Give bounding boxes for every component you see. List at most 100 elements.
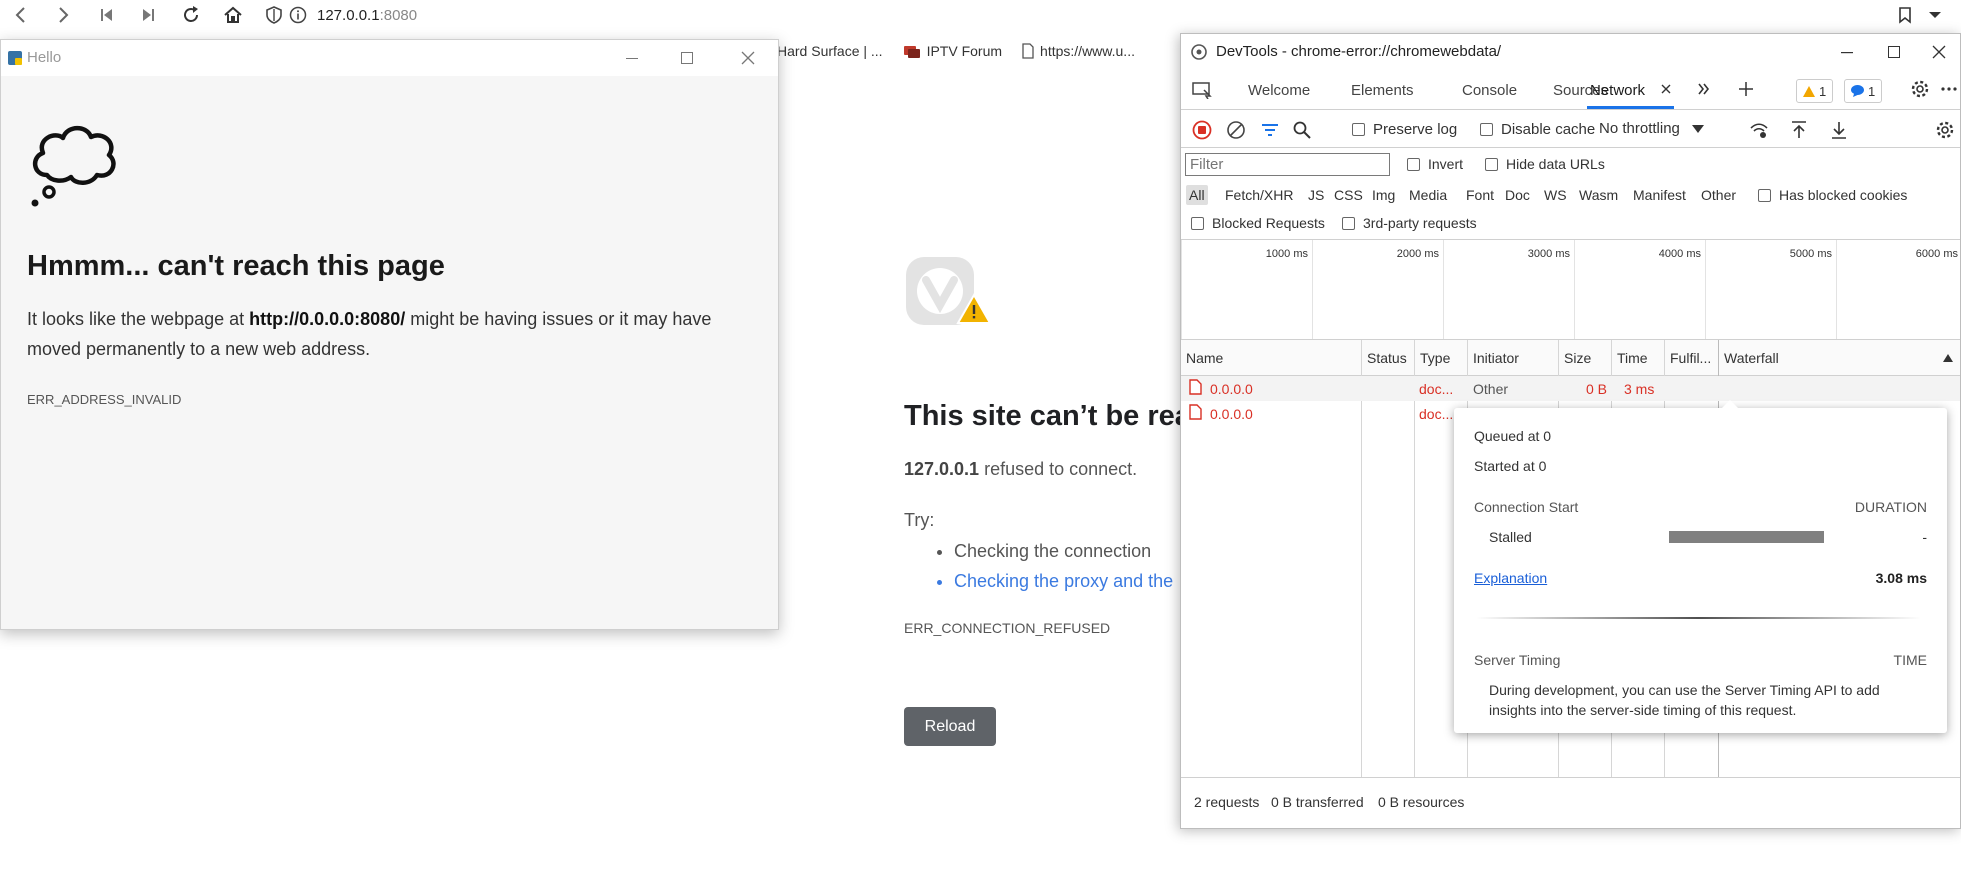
- bookmark-item[interactable]: Hard Surface | ...: [777, 43, 883, 59]
- bookmark-item[interactable]: https://www.u...: [1022, 43, 1135, 59]
- warnings-badge[interactable]: 1: [1796, 79, 1834, 103]
- request-type: doc...: [1419, 381, 1454, 397]
- page-icon: [1022, 43, 1034, 59]
- forum-icon: [903, 46, 920, 58]
- has-blocked-cookies-checkbox[interactable]: Has blocked cookies: [1758, 187, 1907, 203]
- minimize-button[interactable]: [609, 40, 655, 76]
- type-filter-js[interactable]: JS: [1308, 187, 1324, 203]
- error-document-icon: [1189, 404, 1202, 420]
- shield-button[interactable]: [262, 3, 286, 27]
- type-filter-wasm[interactable]: Wasm: [1579, 187, 1618, 203]
- add-tab-button[interactable]: [1734, 77, 1758, 101]
- reload-icon: [184, 6, 198, 22]
- stalled-bar: [1669, 531, 1824, 543]
- tick-label: 6000 ms: [1915, 248, 1958, 260]
- export-har-button[interactable]: [1827, 118, 1851, 142]
- devtools-titlebar[interactable]: DevTools - chrome-error://chromewebdata/: [1181, 34, 1960, 70]
- type-filter-doc[interactable]: Doc: [1505, 187, 1530, 203]
- invert-checkbox[interactable]: Invert: [1407, 156, 1463, 172]
- type-filter-other[interactable]: Other: [1701, 187, 1736, 203]
- column-size[interactable]: Size: [1564, 350, 1591, 366]
- home-button[interactable]: [221, 3, 245, 27]
- rewind-button[interactable]: [95, 3, 119, 27]
- more-tabs-button[interactable]: [1692, 77, 1716, 101]
- blocked-requests-label: Blocked Requests: [1212, 215, 1325, 231]
- network-status-bar: 2 requests 0 B transferred 0 B resources: [1181, 777, 1960, 829]
- more-options-button[interactable]: [1937, 77, 1961, 101]
- warning-icon: [1803, 85, 1815, 97]
- desc-prefix: It looks like the webpage at: [27, 309, 250, 329]
- column-initiator[interactable]: Initiator: [1473, 350, 1519, 366]
- popover-divider: [1476, 617, 1921, 619]
- tab-console[interactable]: Console: [1462, 82, 1517, 99]
- downloads-menu-button[interactable]: [1923, 3, 1947, 27]
- bookmark-item[interactable]: IPTV Forum: [903, 43, 1002, 59]
- blocked-requests-checkbox[interactable]: Blocked Requests: [1191, 215, 1325, 231]
- back-button[interactable]: [9, 3, 33, 27]
- reload-button[interactable]: Reload: [904, 707, 996, 746]
- column-fulfilled-by[interactable]: Fulfil...: [1670, 350, 1711, 366]
- tab-network[interactable]: Network: [1590, 82, 1645, 99]
- reload-page-button[interactable]: [179, 3, 203, 27]
- column-time[interactable]: Time: [1617, 350, 1648, 366]
- type-filter-all[interactable]: All: [1186, 185, 1208, 205]
- inspect-element-button[interactable]: [1190, 78, 1214, 102]
- error-code: ERR_ADDRESS_INVALID: [27, 392, 182, 407]
- column-name[interactable]: Name: [1186, 350, 1223, 366]
- wifi-settings-icon: [1750, 123, 1768, 138]
- hide-data-urls-checkbox[interactable]: Hide data URLs: [1485, 156, 1605, 172]
- type-filter-font[interactable]: Font: [1466, 187, 1494, 203]
- settings-button[interactable]: [1908, 77, 1932, 101]
- timeline-tick: 1000 ms: [1181, 240, 1312, 339]
- tab-welcome[interactable]: Welcome: [1248, 82, 1310, 99]
- checkbox-box: [1407, 157, 1420, 171]
- suggestion-link[interactable]: Checking the proxy and the: [954, 566, 1204, 596]
- close-button[interactable]: [725, 40, 771, 76]
- search-button[interactable]: [1290, 118, 1314, 142]
- column-status[interactable]: Status: [1367, 350, 1407, 366]
- record-stop-icon: [1192, 120, 1212, 140]
- type-filter-fetch-xhr[interactable]: Fetch/XHR: [1225, 187, 1293, 203]
- site-info-button[interactable]: [286, 3, 310, 27]
- filter-toggle-button[interactable]: [1258, 118, 1282, 142]
- thought-bubble-icon: [31, 125, 116, 207]
- fast-forward-button[interactable]: [136, 3, 160, 27]
- caret-down-icon: [1691, 124, 1704, 133]
- minimize-button[interactable]: [1824, 34, 1870, 70]
- maximize-button[interactable]: [1871, 34, 1917, 70]
- shield-icon: [266, 6, 282, 24]
- disable-cache-checkbox[interactable]: Disable cache: [1480, 121, 1595, 138]
- type-filter-ws[interactable]: WS: [1544, 187, 1567, 203]
- close-network-tab-button[interactable]: [1654, 77, 1678, 101]
- network-conditions-button[interactable]: [1747, 118, 1771, 142]
- forward-button[interactable]: [51, 3, 75, 27]
- third-party-checkbox[interactable]: 3rd-party requests: [1342, 215, 1477, 231]
- type-filter-manifest[interactable]: Manifest: [1633, 187, 1686, 203]
- bookmark-page-button[interactable]: [1893, 3, 1917, 27]
- explanation-link[interactable]: Explanation: [1474, 570, 1547, 586]
- address-bar[interactable]: 127.0.0.1:8080: [317, 7, 417, 24]
- tick-label: 1000 ms: [1265, 248, 1308, 260]
- column-type[interactable]: Type: [1420, 350, 1450, 366]
- import-har-button[interactable]: [1787, 118, 1811, 142]
- bookmark-label: IPTV Forum: [926, 43, 1003, 59]
- record-button[interactable]: [1190, 118, 1214, 142]
- maximize-button[interactable]: [664, 40, 710, 76]
- type-filter-img[interactable]: Img: [1372, 187, 1395, 203]
- type-filter-css[interactable]: CSS: [1334, 187, 1363, 203]
- table-row[interactable]: 0.0.0.0 doc... Other 0 B 3 ms: [1181, 376, 1960, 401]
- messages-badge[interactable]: 1: [1844, 79, 1883, 103]
- preserve-log-checkbox[interactable]: Preserve log: [1352, 121, 1457, 138]
- column-waterfall[interactable]: Waterfall: [1724, 350, 1779, 366]
- throttling-select[interactable]: No throttling: [1599, 120, 1704, 137]
- hello-titlebar[interactable]: Hello: [1, 40, 778, 76]
- filter-input[interactable]: [1185, 153, 1390, 176]
- clear-button[interactable]: [1224, 118, 1248, 142]
- network-overview-timeline[interactable]: 1000 ms 2000 ms 3000 ms 4000 ms 5000 ms …: [1181, 240, 1960, 340]
- tab-elements[interactable]: Elements: [1351, 82, 1414, 99]
- type-filter-media[interactable]: Media: [1409, 187, 1447, 203]
- browser-toolbar: 127.0.0.1:8080: [0, 0, 1961, 31]
- network-settings-button[interactable]: [1933, 118, 1957, 142]
- close-button[interactable]: [1916, 34, 1961, 70]
- checkbox-box: [1342, 216, 1355, 230]
